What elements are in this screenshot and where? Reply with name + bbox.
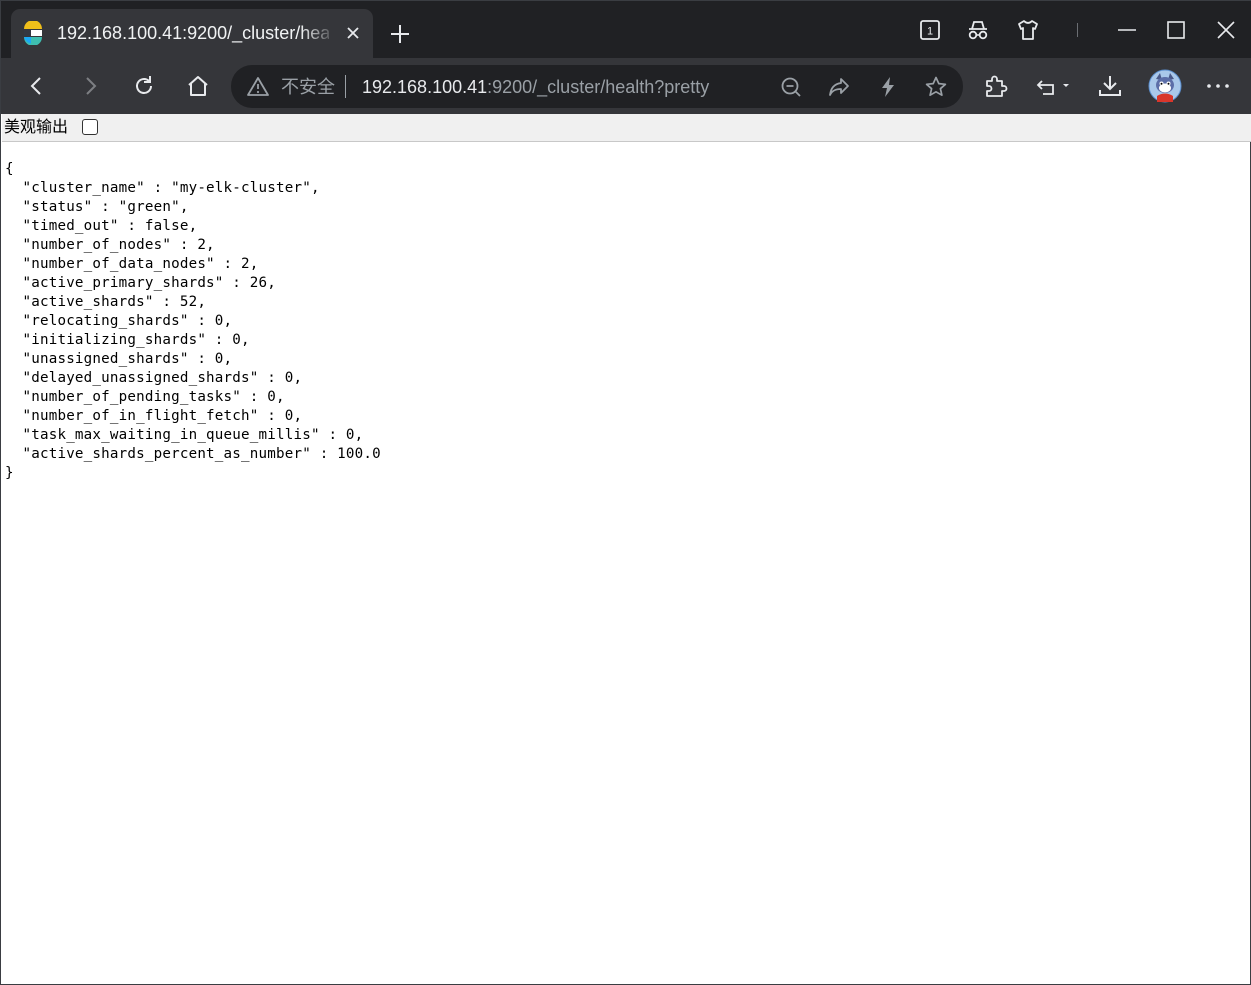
- json-line: }: [5, 465, 14, 481]
- address-bar[interactable]: 不安全 192.168.100.41:9200/_cluster/health?…: [231, 65, 963, 108]
- incognito-button[interactable]: [965, 17, 991, 43]
- more-icon: [1207, 84, 1229, 88]
- bookmark-button[interactable]: [923, 74, 949, 100]
- url-text[interactable]: 192.168.100.41:9200/_cluster/health?pret…: [362, 76, 709, 98]
- json-line: "status" : "green",: [5, 199, 189, 215]
- arrow-left-icon: [30, 77, 41, 95]
- json-line: "number_of_in_flight_fetch" : 0,: [5, 408, 303, 424]
- browser-toolbar: 不安全 192.168.100.41:9200/_cluster/health?…: [1, 58, 1251, 114]
- json-line: "active_primary_shards" : 26,: [5, 275, 276, 291]
- share-button[interactable]: [826, 74, 852, 100]
- share-icon: [829, 78, 849, 96]
- json-line: "relocating_shards" : 0,: [5, 313, 233, 329]
- incognito-icon: [968, 21, 988, 40]
- minimize-button[interactable]: [1114, 17, 1140, 43]
- tab-title-fade: [301, 17, 337, 49]
- shirt-icon: [1018, 20, 1038, 40]
- undo-icon: [1036, 80, 1069, 95]
- json-line: "initializing_shards" : 0,: [5, 332, 250, 348]
- json-line: "active_shards" : 52,: [5, 294, 207, 310]
- home-icon: [188, 76, 208, 96]
- undo-button[interactable]: [1034, 72, 1074, 100]
- back-button[interactable]: [22, 72, 50, 100]
- warning-icon: [247, 77, 269, 96]
- json-line: "number_of_nodes" : 2,: [5, 237, 215, 253]
- maximize-button[interactable]: [1163, 17, 1189, 43]
- avatar: [1148, 69, 1182, 103]
- lightning-icon: [882, 77, 894, 97]
- reload-button[interactable]: [130, 72, 158, 100]
- new-tab-button[interactable]: [385, 19, 415, 49]
- maximize-icon: [1167, 21, 1185, 39]
- json-output: { "cluster_name" : "my-elk-cluster", "st…: [5, 160, 381, 483]
- url-path: :9200/_cluster/health?pretty: [487, 77, 710, 97]
- tab-actions-button[interactable]: 1: [917, 17, 943, 43]
- zoom-out-icon: [781, 77, 801, 97]
- json-line: "delayed_unassigned_shards" : 0,: [5, 370, 303, 386]
- json-line: "timed_out" : false,: [5, 218, 198, 234]
- json-line: "number_of_data_nodes" : 2,: [5, 256, 259, 272]
- json-line: "number_of_pending_tasks" : 0,: [5, 389, 285, 405]
- pretty-print-label: 美观输出: [4, 119, 69, 136]
- forward-button[interactable]: [77, 72, 105, 100]
- json-line: "cluster_name" : "my-elk-cluster",: [5, 180, 320, 196]
- tab-counter-icon: 1: [920, 20, 940, 40]
- profile-button[interactable]: [1148, 69, 1182, 103]
- reload-icon: [136, 76, 152, 94]
- lightning-button[interactable]: [875, 74, 901, 100]
- pretty-print-checkbox[interactable]: [82, 119, 98, 135]
- download-icon: [1099, 76, 1121, 96]
- json-line: {: [5, 161, 14, 177]
- browser-window: 192.168.100.41:9200/_cluster/health?pret…: [0, 0, 1251, 985]
- close-icon: [347, 27, 359, 39]
- insecure-label: 不安全: [281, 77, 335, 97]
- arrow-right-icon: [86, 77, 97, 95]
- home-button[interactable]: [184, 72, 212, 100]
- close-icon: [1217, 21, 1235, 39]
- elastic-logo-icon: [24, 21, 42, 45]
- close-window-button[interactable]: [1213, 17, 1239, 43]
- json-line: "task_max_waiting_in_queue_millis" : 0,: [5, 427, 364, 443]
- browser-tab[interactable]: 192.168.100.41:9200/_cluster/health?pret…: [11, 9, 373, 58]
- json-line: "active_shards_percent_as_number" : 100.…: [5, 446, 381, 462]
- menu-button[interactable]: [1204, 72, 1232, 100]
- site-info-button[interactable]: [246, 75, 270, 99]
- star-icon: [925, 76, 947, 97]
- title-bar: 192.168.100.41:9200/_cluster/health?pret…: [1, 1, 1251, 58]
- close-tab-button[interactable]: [342, 22, 364, 44]
- tab-title: 192.168.100.41:9200/_cluster/health?pret…: [57, 23, 329, 43]
- puzzle-icon: [986, 75, 1008, 97]
- omnibox-divider: [345, 75, 346, 98]
- url-host: 192.168.100.41: [362, 77, 488, 97]
- downloads-button[interactable]: [1096, 72, 1124, 100]
- title-bar-divider: [1077, 23, 1078, 37]
- json-line: "unassigned_shards" : 0,: [5, 351, 233, 367]
- plus-icon: [391, 25, 409, 43]
- extensions-button[interactable]: [982, 72, 1010, 100]
- pretty-print-bar: 美观输出: [2, 114, 1251, 142]
- zoom-button[interactable]: [778, 74, 804, 100]
- tab-count: 1: [927, 26, 933, 38]
- page-content: { "cluster_name" : "my-elk-cluster", "st…: [2, 142, 1250, 984]
- shirt-button[interactable]: [1015, 17, 1041, 43]
- minimize-icon: [1118, 29, 1136, 31]
